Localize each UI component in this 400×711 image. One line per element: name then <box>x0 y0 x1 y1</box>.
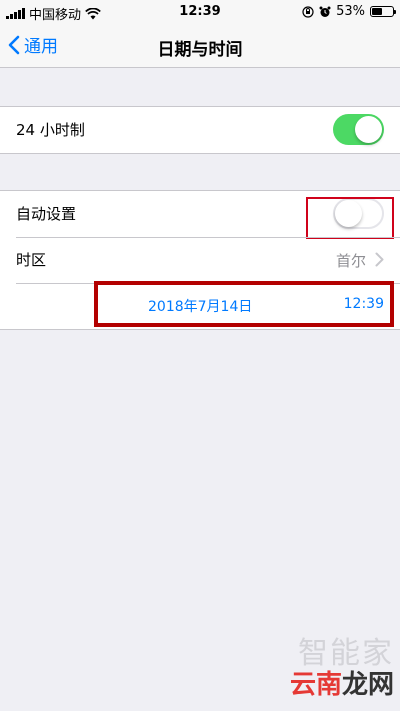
battery-icon <box>370 6 396 17</box>
row-24-hour-label: 24 小时制 <box>16 121 85 139</box>
alarm-icon <box>319 6 331 17</box>
row-timezone-label: 时区 <box>16 251 47 269</box>
row-datetime[interactable]: 2018年7月14日 12:39 <box>0 281 400 329</box>
date-value: 2018年7月14日 <box>148 299 253 315</box>
chevron-right-icon <box>375 252 384 267</box>
watermark-line2: 云南龙网 <box>290 664 394 701</box>
navigation-bar: 通用 日期与时间 <box>0 24 400 68</box>
toggle-knob <box>355 116 382 143</box>
status-right: 53% <box>302 4 396 19</box>
timezone-value: 首尔 <box>335 252 366 270</box>
watermark: 智能家 云南龙网 <box>290 628 394 701</box>
row-auto-set-label: 自动设置 <box>16 205 77 223</box>
settings-group-format: 24 小时制 <box>0 106 400 154</box>
time-value: 12:39 <box>343 296 384 312</box>
rotation-lock-icon <box>302 5 314 18</box>
toggle-24-hour[interactable] <box>333 114 384 145</box>
watermark-line2-part2: 龙网 <box>341 670 394 700</box>
page-title: 日期与时间 <box>157 40 243 60</box>
battery-level <box>372 8 383 15</box>
watermark-line2-part1: 云南 <box>289 670 342 700</box>
row-24-hour: 24 小时制 <box>0 107 400 153</box>
battery-percent: 53% <box>336 4 365 19</box>
row-auto-set: 自动设置 <box>0 191 400 239</box>
settings-group-time: 自动设置 时区 首尔 2018年7月14日 12:39 <box>0 190 400 330</box>
row-timezone[interactable]: 时区 首尔 <box>0 237 400 283</box>
status-bar: 中国移动 12:39 53% <box>0 0 400 24</box>
highlight-box <box>306 197 394 239</box>
